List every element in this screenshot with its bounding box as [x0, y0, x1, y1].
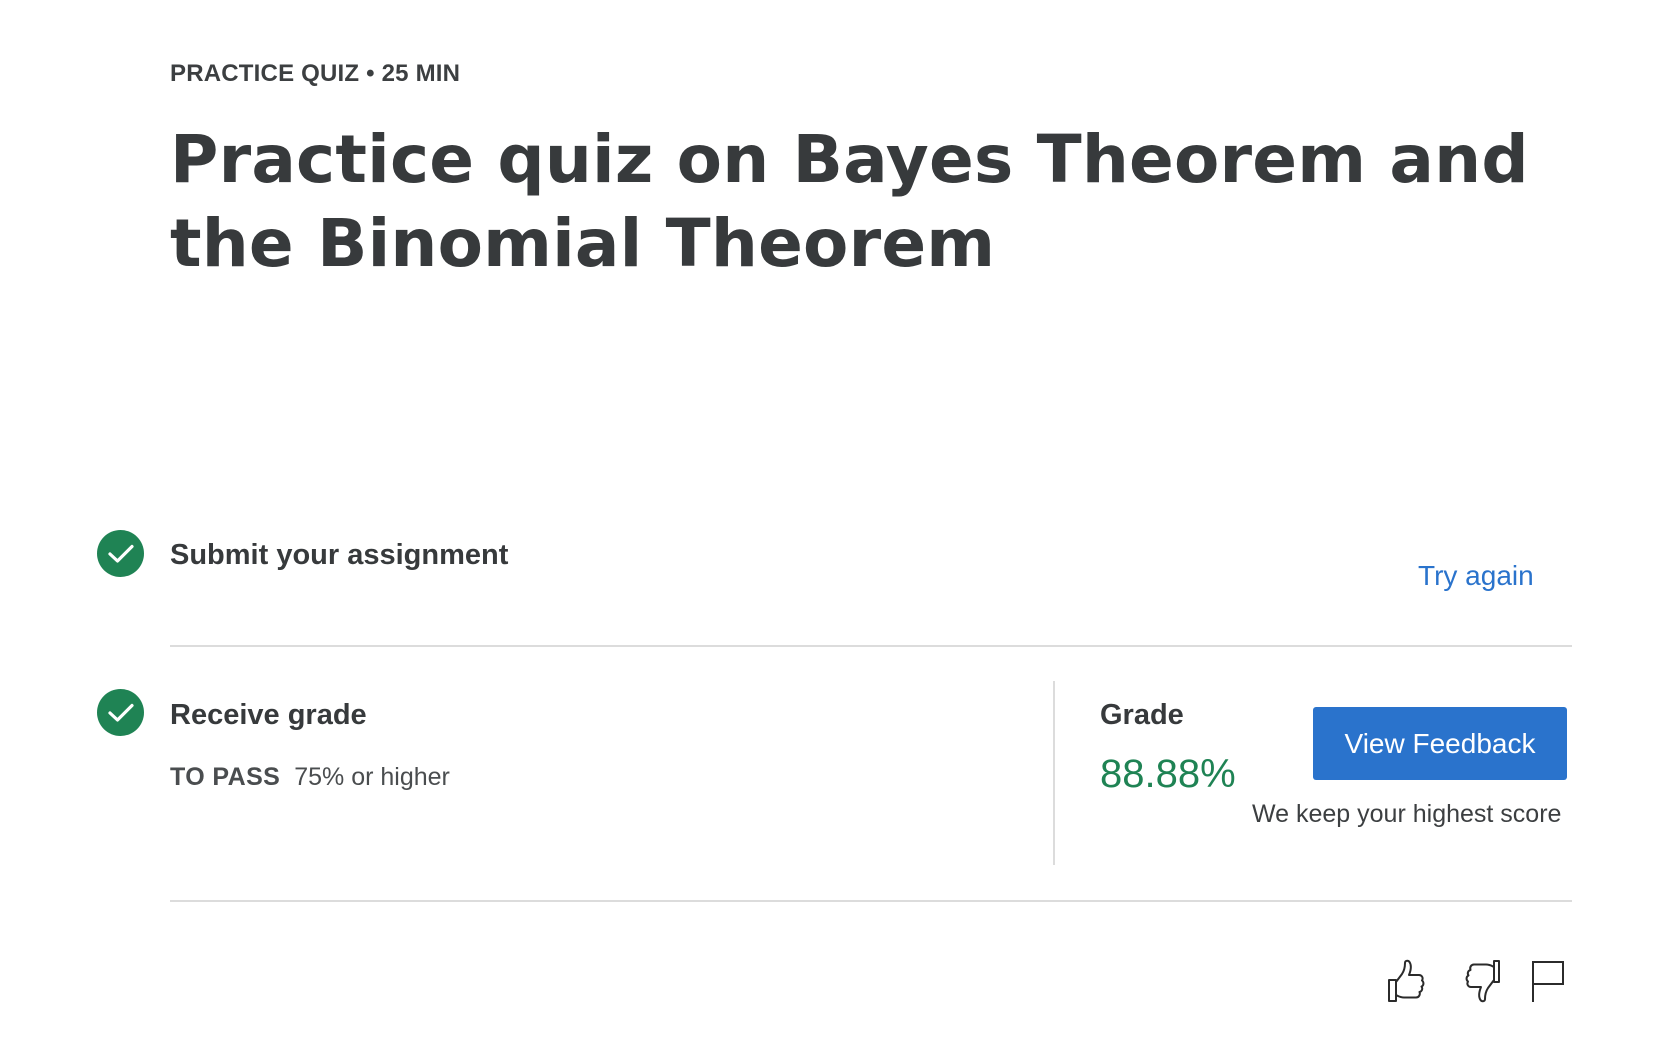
like-button[interactable] [1380, 957, 1428, 1005]
receive-grade-label: Receive grade [170, 699, 367, 731]
pass-label: TO PASS [170, 763, 281, 791]
submit-assignment-label: Submit your assignment [170, 539, 509, 571]
vertical-divider [1053, 681, 1055, 865]
grade-value: 88.88% [1100, 752, 1236, 796]
highest-score-note: We keep your highest score [1252, 800, 1562, 828]
check-circle-icon [97, 530, 144, 577]
thumbs-up-icon [1388, 959, 1425, 1002]
flag-icon [1532, 961, 1564, 1002]
divider [170, 645, 1572, 647]
dislike-button[interactable] [1455, 957, 1503, 1005]
page-title: Practice quiz on Bayes Theorem and the B… [170, 121, 1529, 282]
thumbs-down-icon [1465, 960, 1500, 1003]
divider [170, 900, 1572, 902]
try-again-link[interactable]: Try again [1418, 560, 1534, 592]
view-feedback-button[interactable]: View Feedback [1313, 707, 1567, 780]
report-button[interactable] [1525, 957, 1573, 1005]
quiz-eyebrow: PRACTICE QUIZ • 25 MIN [170, 60, 461, 87]
grade-label: Grade [1100, 699, 1184, 731]
pass-requirement: TO PASS 75% or higher [170, 763, 450, 792]
pass-value: 75% or higher [294, 763, 450, 791]
check-circle-icon [97, 689, 144, 736]
